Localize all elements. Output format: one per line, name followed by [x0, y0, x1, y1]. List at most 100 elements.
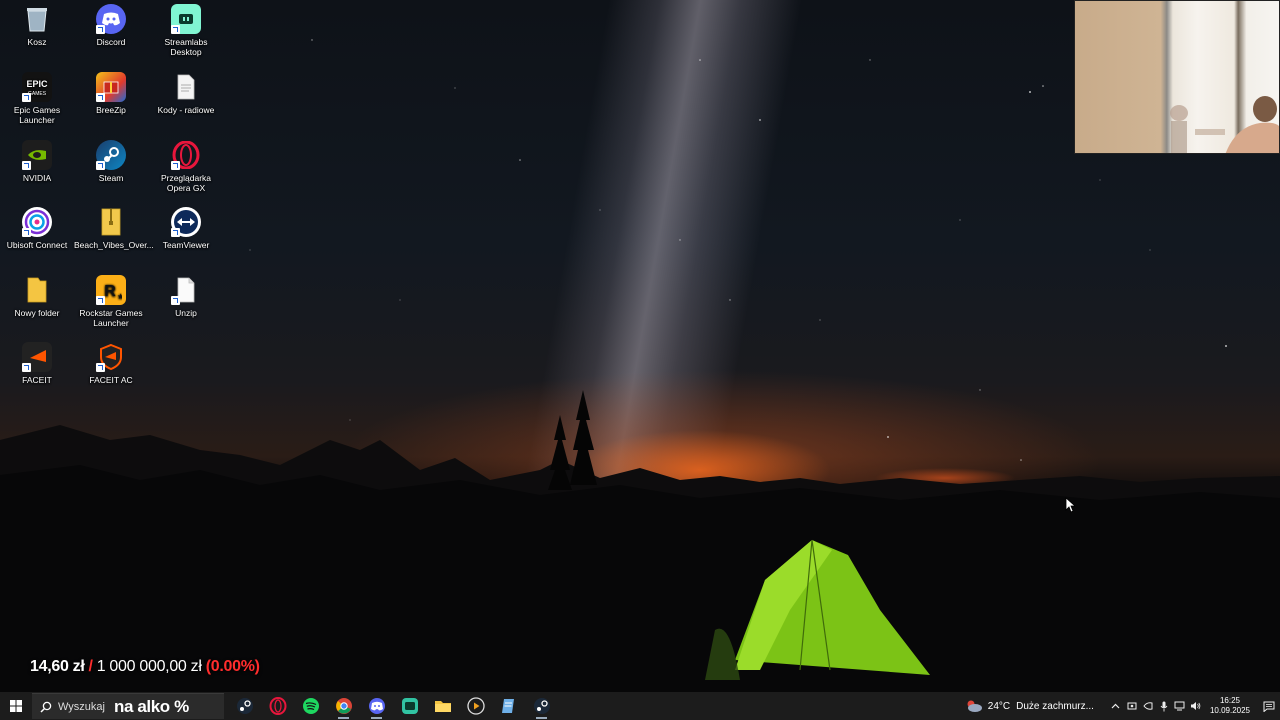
cloudy-weather-icon [967, 700, 982, 712]
app-tray-icon[interactable] [1124, 692, 1140, 720]
notification-icon [1263, 701, 1275, 712]
steam-icon [236, 698, 253, 714]
nvidia-tray-icon[interactable] [1140, 692, 1156, 720]
search-placeholder: Wyszukaj [58, 700, 105, 713]
taskbar-steam[interactable] [228, 692, 261, 720]
faceit-icon [22, 342, 52, 372]
rockstar-icon: R ★ [96, 275, 126, 305]
desktop-icon-nvidia[interactable]: NVIDIA [0, 140, 74, 183]
desktop-icon-label: Przeglądarka Opera GX [160, 173, 212, 193]
spotify-icon [302, 698, 319, 714]
desktop-icon-label: FACEIT [22, 375, 52, 385]
taskbar-clock[interactable]: 16:25 10.09.2025 [1210, 696, 1250, 716]
taskbar-file-explorer[interactable] [426, 692, 459, 720]
donation-percent: (0.00%) [205, 658, 260, 675]
desktop-icon-label: Discord [96, 37, 126, 47]
desktop-icon-label: Steam [98, 173, 124, 183]
desktop-icon-label: BreeZip [96, 105, 126, 115]
system-tray: 24°C Duże zachmurz... 16:25 10.09.2025 [965, 692, 1280, 720]
donation-goal-overlay: 14,60 zł/1 000 000,00 zł (0.00%) [30, 658, 260, 676]
desktop-icon-label: FACEIT AC [89, 375, 133, 385]
webcam-feed [1170, 96, 1279, 153]
breezip-icon [96, 72, 126, 102]
weather-widget[interactable]: 24°C Duże zachmurz... [965, 699, 1094, 713]
notepad-icon [501, 699, 514, 713]
windows-icon [10, 700, 22, 712]
desktop-icon-discord[interactable]: Discord [74, 4, 148, 47]
opera-gx-icon [171, 140, 201, 170]
svg-text:EPIC: EPIC [26, 79, 48, 89]
desktop-icon-breezip[interactable]: BreeZip [74, 72, 148, 115]
desktop-icon-opera-gx[interactable]: Przeglądarka Opera GX [149, 140, 223, 193]
desktop-icon-steam[interactable]: Steam [74, 140, 148, 183]
desktop-icon-label: TeamViewer [162, 240, 210, 250]
opera-gx-icon [269, 697, 286, 715]
chevron-up-icon[interactable] [1108, 692, 1124, 720]
search-icon [40, 701, 52, 713]
teamviewer-icon [171, 207, 201, 237]
text-file-icon [171, 72, 201, 102]
taskbar-notepad[interactable] [492, 692, 525, 720]
desktop-icon-label: Nowy folder [14, 308, 60, 318]
nvidia-icon [22, 140, 52, 170]
desktop-icon-faceit-ac[interactable]: FACEIT AC [74, 342, 148, 385]
desktop-icon-label: Rockstar Games Launcher [79, 308, 143, 328]
desktop-icon-streamlabs[interactable]: Streamlabs Desktop [149, 4, 223, 57]
desktop-icon-ubisoft[interactable]: Ubisoft Connect [0, 207, 74, 250]
svg-text:★: ★ [117, 292, 122, 301]
desktop-icon-label: Beach_Vibes_Over... [74, 240, 154, 250]
ubisoft-icon [22, 207, 52, 237]
volume-icon[interactable] [1188, 692, 1204, 720]
mouse-cursor [1065, 497, 1075, 513]
taskbar-media-player[interactable] [459, 692, 492, 720]
notification-center-button[interactable] [1258, 692, 1280, 720]
discord-icon [96, 4, 126, 34]
clock-date: 10.09.2025 [1209, 706, 1250, 715]
mountain-silhouette [0, 390, 1280, 692]
desktop-icon-faceit[interactable]: FACEIT [0, 342, 74, 385]
taskbar-steam-running[interactable] [525, 692, 558, 720]
steam-icon [533, 698, 550, 714]
taskbar-streamlabs[interactable] [393, 692, 426, 720]
clock-time: 16:25 [1219, 696, 1240, 705]
streamlabs-icon [401, 698, 418, 714]
taskbar-chrome[interactable] [327, 692, 360, 720]
desktop-icon-recycle-bin[interactable]: Kosz [0, 4, 74, 47]
discord-icon [368, 698, 385, 714]
webcam-overlay [1074, 0, 1280, 154]
desktop-icon-kody-radiowe[interactable]: Kody - radiowe [149, 72, 223, 115]
desktop-icon-label: Kody - radiowe [157, 105, 215, 115]
folder-icon [22, 275, 52, 305]
taskbar: Wyszukaj na alko % 24°C Duże zachmurz...… [0, 692, 1280, 720]
taskbar-search[interactable]: Wyszukaj na alko % [32, 693, 224, 719]
epic-games-icon: EPIC GAMES [22, 72, 52, 102]
desktop-icon-label: Ubisoft Connect [6, 240, 68, 250]
desktop-icon-rockstar[interactable]: R ★ Rockstar Games Launcher [74, 275, 148, 328]
start-button[interactable] [0, 692, 32, 720]
faceit-ac-icon [96, 342, 126, 372]
streamlabs-icon [171, 4, 201, 34]
desktop-icon-epic-games[interactable]: EPIC GAMES Epic Games Launcher [0, 72, 74, 125]
taskbar-opera-gx[interactable] [261, 692, 294, 720]
svg-text:R: R [104, 283, 116, 300]
desktop-icon-label: Kosz [27, 37, 47, 47]
desktop-icon-nowy-folder[interactable]: Nowy folder [0, 275, 74, 318]
desktop-icon-beach-vibes[interactable]: Beach_Vibes_Over... [74, 207, 154, 250]
taskbar-discord[interactable] [360, 692, 393, 720]
network-icon[interactable] [1172, 692, 1188, 720]
donation-separator: / [88, 658, 93, 675]
taskbar-pinned-apps [228, 692, 558, 720]
weather-temperature: 24°C [987, 700, 1011, 712]
file-icon [171, 275, 201, 305]
donation-amount: 14,60 zł [30, 658, 85, 675]
taskbar-spotify[interactable] [294, 692, 327, 720]
desktop-icon-label: Epic Games Launcher [13, 105, 61, 125]
desktop-icon-unzip[interactable]: Unzip [149, 275, 223, 318]
donation-goal: 1 000 000,00 zł [96, 658, 202, 675]
weather-condition: Duże zachmurz... [1016, 700, 1094, 712]
desktop-icon-teamviewer[interactable]: TeamViewer [149, 207, 223, 250]
microphone-icon[interactable] [1156, 692, 1172, 720]
media-player-icon [466, 697, 485, 715]
desktop-icon-label: NVIDIA [22, 173, 52, 183]
stream-caption-overlay: na alko % [114, 696, 189, 716]
